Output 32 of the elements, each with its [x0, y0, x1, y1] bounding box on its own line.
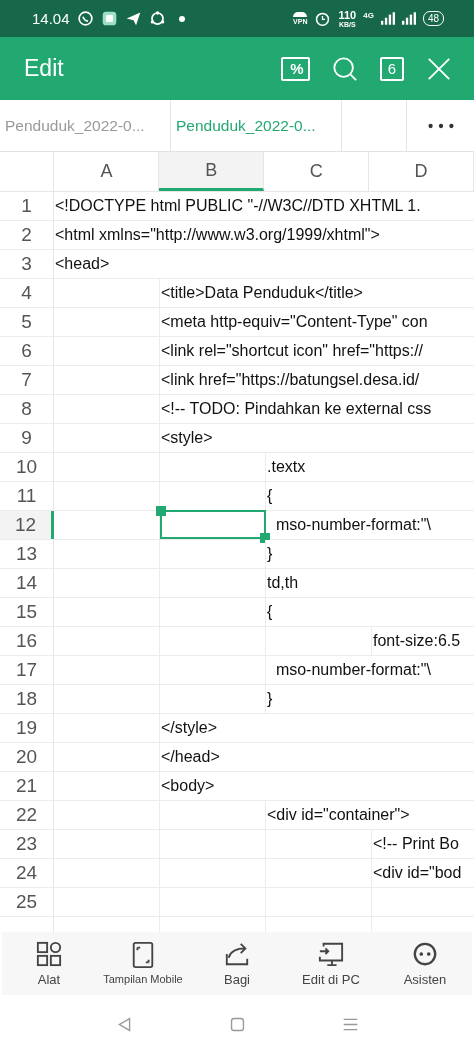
toolbar-button[interactable]: Edit di PC	[284, 932, 378, 995]
assistant-icon	[412, 940, 438, 967]
alarm-icon	[314, 10, 332, 27]
column-header[interactable]: C	[264, 152, 370, 191]
toolbar-button[interactable]: Bagi	[190, 932, 284, 995]
back-icon[interactable]	[115, 1015, 133, 1033]
dot-icon	[178, 15, 185, 22]
selection-handle[interactable]	[156, 506, 166, 516]
chat-icon	[76, 10, 94, 27]
network-type: 4G	[363, 11, 374, 20]
toolbar-button[interactable]: Asisten	[378, 932, 472, 995]
signal-icon	[380, 12, 395, 25]
more-icon	[427, 122, 454, 129]
send-icon	[124, 10, 142, 27]
column-header[interactable]: D	[369, 152, 474, 191]
battery-indicator: 48	[422, 11, 444, 26]
close-icon[interactable]	[426, 55, 452, 82]
row-header[interactable]: 12	[0, 511, 54, 539]
signal-icon	[401, 12, 416, 25]
clock-text: 14.04	[32, 10, 70, 27]
grid-icon	[36, 940, 62, 967]
sync-icon	[148, 10, 166, 27]
share-icon	[224, 940, 250, 967]
home-icon[interactable]	[228, 1015, 246, 1033]
mode-title: Edit	[24, 55, 64, 82]
monitor-icon	[318, 940, 344, 967]
toolbar-button[interactable]: Tampilan Mobile	[96, 932, 190, 995]
frame-icon	[130, 942, 156, 968]
column-header[interactable]: B	[159, 152, 265, 191]
app-icon	[100, 10, 118, 27]
search-icon[interactable]	[332, 55, 358, 82]
toolbar-button[interactable]: Alat	[2, 932, 96, 995]
